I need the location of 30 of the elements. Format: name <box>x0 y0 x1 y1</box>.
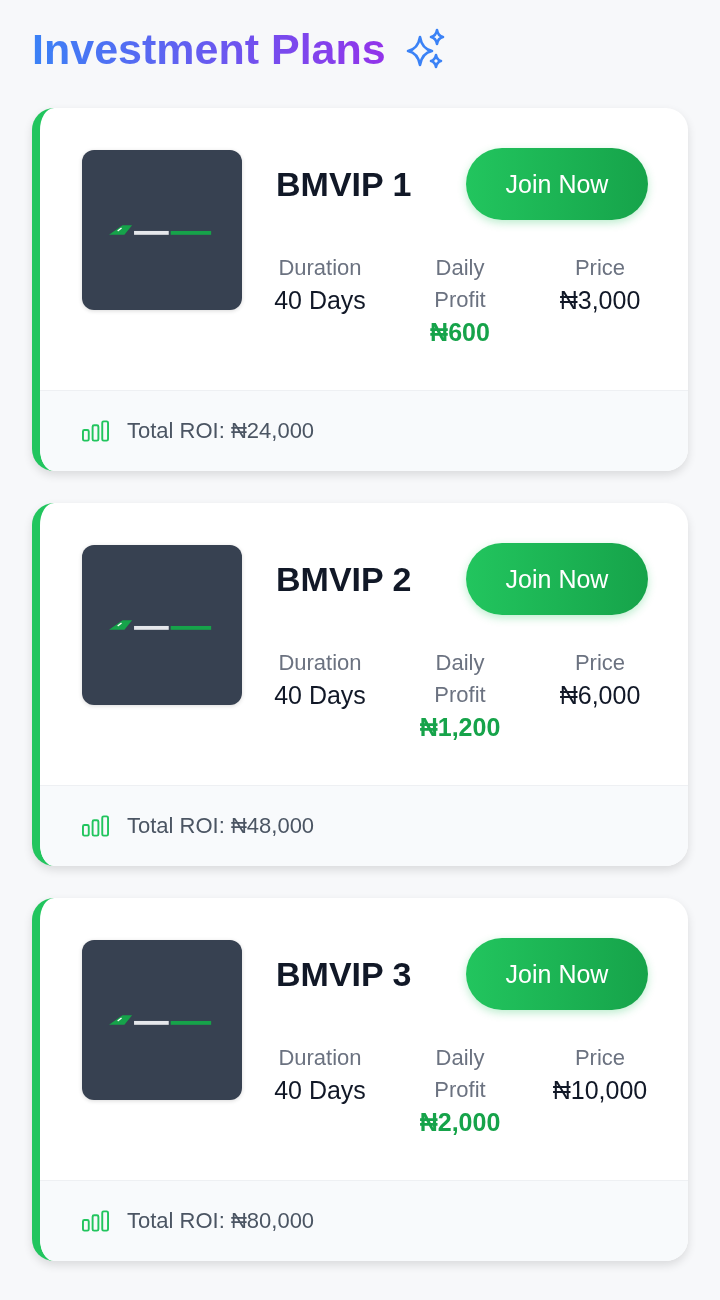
total-roi: Total ROI: ₦80,000 <box>127 1208 315 1234</box>
bar-chart-icon <box>82 815 109 837</box>
stat-label: Daily Profit <box>433 1044 487 1104</box>
join-button[interactable]: Join Now <box>466 938 648 1010</box>
plan-name: BMVIP 1 <box>276 164 412 204</box>
stat-value: ₦10,000 <box>552 1075 648 1106</box>
stat-label: Duration <box>277 254 363 282</box>
stat-label: Price <box>573 254 627 282</box>
join-button[interactable]: Join Now <box>466 543 648 615</box>
stat-label: Price <box>573 1044 627 1072</box>
stat-label: Duration <box>277 1044 363 1072</box>
stat-label: Price <box>573 649 627 677</box>
plan-name: BMVIP 2 <box>276 559 412 599</box>
stat-label: Daily Profit <box>433 649 487 709</box>
total-roi: Total ROI: ₦24,000 <box>127 418 315 444</box>
stat-value: 40 Days <box>274 680 366 711</box>
stat-label: Duration <box>277 649 363 677</box>
stat-value: 40 Days <box>274 1075 366 1106</box>
stat-value: ₦1,200 <box>419 712 501 743</box>
stat-label: Daily Profit <box>433 254 487 314</box>
total-roi: Total ROI: ₦48,000 <box>127 813 315 839</box>
join-button[interactable]: Join Now <box>466 148 648 220</box>
plan-name: BMVIP 3 <box>276 954 412 994</box>
stat-value: ₦600 <box>430 317 490 348</box>
stat-value: ₦2,000 <box>419 1107 501 1138</box>
stat-value: ₦3,000 <box>559 285 641 316</box>
stat-value: ₦6,000 <box>559 680 641 711</box>
bar-chart-icon <box>82 1210 109 1232</box>
bar-chart-icon <box>82 420 109 442</box>
stat-value: 40 Days <box>274 285 366 316</box>
